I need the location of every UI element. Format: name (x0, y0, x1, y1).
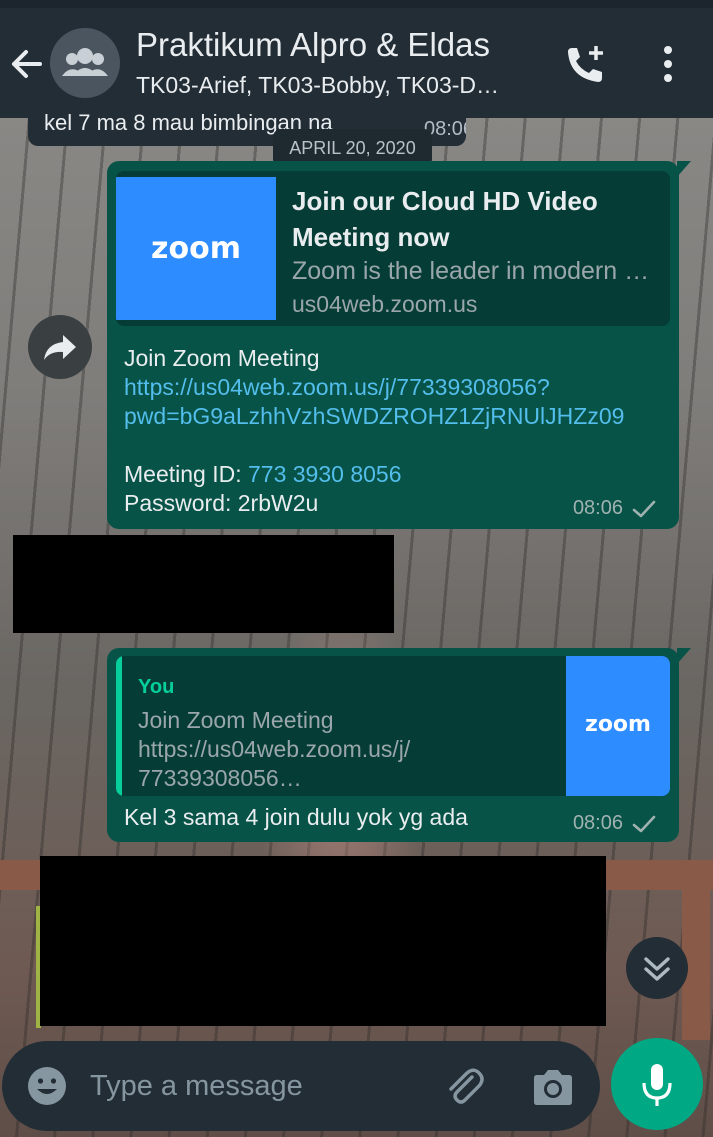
message-meta: 08:06 (573, 812, 657, 835)
link-preview-description: Zoom is the leader in modern enterprise … (292, 257, 662, 285)
arrow-left-icon (12, 50, 42, 78)
emoji-button[interactable] (26, 1065, 68, 1107)
outgoing-reply-message[interactable]: You Join Zoom Meeting https://us04web.zo… (107, 648, 691, 842)
message-time: 08:06 (572, 497, 623, 519)
more-vert-icon (664, 46, 672, 82)
bubble-tail (677, 161, 691, 177)
meeting-id-link[interactable]: 773 3930 8056 (248, 461, 402, 487)
voice-message-button[interactable] (611, 1038, 703, 1130)
attach-button[interactable] (442, 1065, 486, 1109)
meeting-link-continued[interactable]: pwd=bG9aLzhhVzhSWDZROHZ1ZjRNUlJHZz09 (124, 402, 624, 431)
bubble-tail (677, 648, 691, 664)
more-options-button[interactable] (650, 42, 686, 86)
back-button[interactable] (6, 44, 46, 84)
scroll-to-bottom-button[interactable] (626, 937, 688, 999)
zoom-logo: zoom (151, 231, 241, 266)
camera-button[interactable] (530, 1065, 576, 1109)
message-meta: 08:06 (573, 497, 657, 520)
chat-header: Praktikum Alpro & Eldas TK03-Arief, TK03… (0, 0, 713, 118)
message-line: Join Zoom Meeting (124, 345, 320, 371)
chat-participants[interactable]: TK03-Arief, TK03-Bobby, TK03-D… (136, 72, 531, 99)
message-time: 08:06 (572, 812, 623, 834)
outgoing-message-zoom-link[interactable]: zoom Join our Cloud HD Video Meeting now… (107, 161, 691, 529)
forward-icon (44, 335, 76, 360)
link-preview-card[interactable]: zoom Join our Cloud HD Video Meeting now… (116, 171, 670, 326)
forward-button[interactable] (28, 315, 92, 379)
emoji-icon (28, 1067, 66, 1105)
mic-icon (642, 1064, 672, 1106)
link-preview-thumbnail: zoom (116, 177, 276, 320)
password-line: Password: 2rbW2u (124, 490, 319, 516)
add-call-icon (568, 46, 603, 82)
meeting-link[interactable]: https://us04web.zoom.us/j/77339308056? (124, 373, 550, 402)
link-preview-domain: us04web.zoom.us (292, 291, 478, 317)
paperclip-icon (449, 1068, 484, 1104)
double-chevron-down-icon (644, 957, 670, 981)
add-call-button[interactable] (562, 42, 608, 88)
message-composer (2, 1041, 600, 1131)
quote-text-line: Join Zoom Meeting (138, 707, 334, 733)
quote-text-line: 77339308056… (138, 765, 302, 791)
quote-author: You (138, 676, 175, 698)
meeting-id-line: Meeting ID: 773 3930 8056 (124, 460, 402, 489)
check-icon (632, 500, 656, 517)
group-icon (62, 48, 108, 76)
group-avatar[interactable] (50, 28, 120, 98)
quote-thumbnail: zoom (566, 656, 670, 796)
camera-icon (534, 1070, 572, 1105)
redacted-message (13, 535, 394, 633)
meeting-id-label: Meeting ID: (124, 461, 248, 487)
quote-text-line: https://us04web.zoom.us/j/ (138, 736, 411, 762)
link-preview-title: Join our Cloud HD Video Meeting now (292, 186, 598, 252)
quoted-message[interactable]: You Join Zoom Meeting https://us04web.zo… (116, 656, 670, 796)
status-bar (0, 0, 713, 8)
zoom-logo: zoom (585, 712, 651, 737)
message-input[interactable] (90, 1063, 420, 1109)
check-icon (632, 815, 656, 832)
quote-accent-bar (116, 656, 122, 796)
chat-title[interactable]: Praktikum Alpro & Eldas (136, 26, 490, 64)
redacted-message (40, 856, 606, 1026)
message-text: Kel 3 sama 4 join dulu yok yg ada (124, 804, 468, 830)
